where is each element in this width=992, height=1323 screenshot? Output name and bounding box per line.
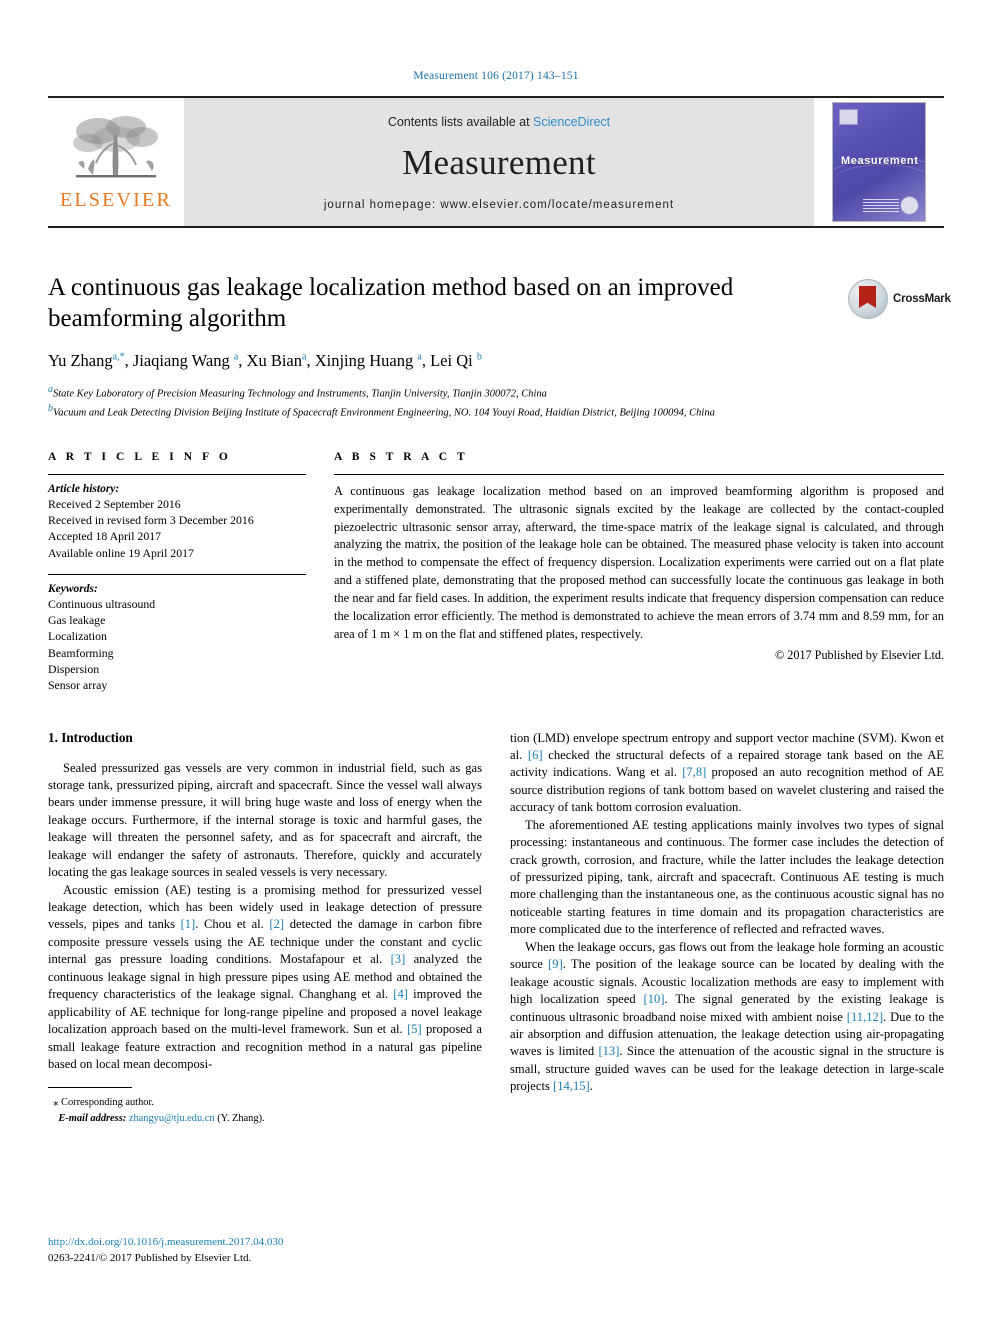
cover-imeko-badge-icon (839, 109, 858, 125)
body-left-column: 1. Introduction Sealed pressurized gas v… (48, 730, 482, 1127)
paper-page: Measurement 106 (2017) 143–151 ELSEVIER … (0, 0, 992, 1323)
journal-masthead: ELSEVIER Contents lists available at Sci… (48, 96, 944, 228)
article-history-revised: Received in revised form 3 December 2016 (48, 513, 254, 528)
paragraph: Sealed pressurized gas vessels are very … (48, 760, 482, 880)
sciencedirect-link[interactable]: ScienceDirect (533, 115, 610, 129)
footnote-divider (48, 1087, 132, 1089)
article-history-accepted: Accepted 18 April 2017 (48, 529, 162, 544)
abstract-copyright: © 2017 Published by Elsevier Ltd. (774, 647, 944, 662)
doi-link[interactable]: http://dx.doi.org/10.1016/j.measurement.… (48, 1235, 283, 1251)
cover-journal-title: Measurement (841, 154, 919, 167)
affiliation-a-text: State Key Laboratory of Precision Measur… (53, 388, 547, 400)
email-address-link[interactable]: zhangyu@tju.edu.cn (129, 1113, 215, 1124)
keyword-item: Beamforming (48, 645, 114, 660)
keyword-item: Sensor array (48, 678, 108, 693)
article-history-label: Article history: (48, 482, 120, 495)
corresponding-text: Corresponding author. (61, 1097, 154, 1109)
elsevier-tree-icon (68, 113, 164, 187)
email-owner: (Y. Zhang). (217, 1113, 265, 1125)
body-columns: 1. Introduction Sealed pressurized gas v… (48, 730, 944, 1127)
keywords-label: Keywords: (48, 582, 98, 595)
article-info-heading: A R T I C L E I N F O (48, 450, 232, 463)
body-right-column: tion (LMD) envelope spectrum entropy and… (510, 730, 944, 1127)
page-title: A continuous gas leakage localization me… (48, 274, 734, 332)
abstract-text: A continuous gas leakage localization me… (334, 483, 944, 641)
corresponding-author-note: ⁎ Corresponding author. (48, 1095, 482, 1111)
cover-text-lines (863, 199, 899, 213)
issn-copyright-line: 0263-2241/© 2017 Published by Elsevier L… (48, 1252, 252, 1265)
keyword-item: Localization (48, 629, 107, 644)
paragraph: tion (LMD) envelope spectrum entropy and… (510, 730, 944, 815)
journal-cover-thumbnail: Measurement (814, 98, 944, 226)
affiliations: aState Key Laboratory of Precision Measu… (48, 383, 944, 420)
keyword-item: Continuous ultrasound (48, 596, 156, 611)
affiliation-b-text: Vacuum and Leak Detecting Division Beiji… (53, 407, 715, 419)
abstract-rule (334, 473, 944, 475)
page-footer: http://dx.doi.org/10.1016/j.measurement.… (48, 1235, 283, 1267)
cover-artwork: Measurement (832, 102, 926, 222)
paragraph: When the leakage occurs, gas flows out f… (510, 939, 944, 1094)
crossmark-badge[interactable]: CrossMark (848, 274, 951, 324)
email-note: E-mail address: zhangyu@tju.edu.cn (Y. Z… (48, 1111, 482, 1127)
paragraph: Acoustic emission (AE) testing is a prom… (48, 882, 483, 1071)
author-list: Yu Zhanga,*, Jiaqiang Wang a, Xu Biana, … (48, 351, 482, 370)
keyword-item: Dispersion (48, 662, 100, 676)
info-abstract-section: A R T I C L E I N F O Article history: R… (48, 451, 944, 694)
elsevier-wordmark: ELSEVIER (59, 188, 173, 211)
corresponding-marker: ⁎ (53, 1097, 59, 1109)
masthead-center: Contents lists available at ScienceDirec… (184, 98, 814, 226)
section-heading-introduction: 1. Introduction (48, 729, 133, 745)
journal-homepage-line[interactable]: journal homepage: www.elsevier.com/locat… (324, 199, 674, 211)
journal-title: Measurement (402, 143, 596, 182)
paragraph: The aforementioned AE testing applicatio… (510, 817, 944, 937)
affiliation-a: aState Key Laboratory of Precision Measu… (48, 384, 547, 400)
crossmark-icon (848, 279, 888, 319)
cover-seal-icon (900, 196, 919, 215)
title-block: A continuous gas leakage localization me… (48, 272, 951, 421)
email-label: E-mail address: (58, 1113, 127, 1125)
contents-available-line: Contents lists available at ScienceDirec… (388, 115, 610, 129)
article-history-received: Received 2 September 2016 (48, 496, 181, 511)
article-info-rule (48, 473, 306, 475)
crossmark-label: CrossMark (893, 293, 951, 305)
abstract-column: A B S T R A C T A continuous gas leakage… (334, 451, 944, 694)
contents-prefix: Contents lists available at (387, 115, 534, 129)
article-info-column: A R T I C L E I N F O Article history: R… (48, 451, 306, 694)
keyword-item: Gas leakage (48, 613, 106, 628)
running-head: Measurement 106 (2017) 143–151 (413, 70, 579, 82)
affiliation-b: bVacuum and Leak Detecting Division Beij… (48, 403, 715, 419)
elsevier-logo: ELSEVIER (48, 98, 184, 226)
article-history-online: Available online 19 April 2017 (48, 545, 194, 560)
abstract-heading: A B S T R A C T (334, 450, 469, 463)
footnote-block: ⁎ Corresponding author. E-mail address: … (48, 1087, 482, 1126)
keywords-rule (48, 573, 306, 575)
